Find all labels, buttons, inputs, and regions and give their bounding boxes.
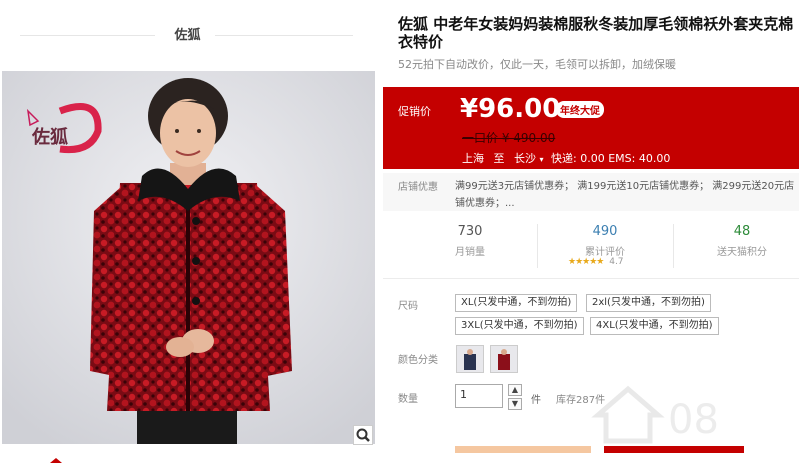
shop-name[interactable]: 佐狐 [160, 24, 215, 43]
size-option[interactable]: 2xl(只发中通，不到勿拍) [586, 294, 711, 312]
reviews-label[interactable]: 累计评价 [555, 243, 655, 258]
quantity-unit: 件 [531, 395, 541, 406]
coupon-label: 店铺优惠 [398, 182, 438, 193]
watermark: 08 [590, 375, 795, 450]
magnifier-icon [356, 428, 370, 442]
coupon-text[interactable]: 满99元送3元店铺优惠券； 满199元送10元店铺优惠券； 满299元送20元店… [455, 178, 797, 212]
product-subtitle: 52元拍下自动改价，仅此一天，毛领可以拆卸，加绒保暖 [398, 58, 676, 71]
chevron-down-icon: ▾ [539, 155, 544, 164]
house-watermark-icon: 08 [591, 385, 719, 444]
size-option[interactable]: XL(只发中通，不到勿拍) [455, 294, 578, 312]
divider [215, 35, 353, 36]
buy-now-button[interactable] [455, 446, 591, 453]
product-photo[interactable]: 佐狐 [2, 71, 375, 444]
quantity-label: 数量 [398, 394, 418, 405]
color-label: 颜色分类 [398, 355, 438, 366]
monthly-sales-value: 730 [457, 224, 483, 239]
points-label: 送天猫积分 [717, 247, 767, 258]
quantity-input[interactable]: 1 [455, 384, 503, 408]
divider [673, 224, 674, 268]
fox-logo-icon: 佐狐 [26, 103, 102, 154]
color-swatch[interactable] [456, 345, 484, 373]
shipping-line: 上海 至 长沙 ▾ 快递: 0.00 EMS: 40.00 [462, 150, 670, 166]
chevron-up-icon: ▲ [511, 385, 519, 394]
quantity-decrease-button[interactable]: ▼ [508, 398, 522, 410]
shipping-cost: 快递: 0.00 EMS: 40.00 [551, 152, 671, 165]
promo-price: ¥96.00 [460, 94, 561, 124]
divider [383, 278, 799, 279]
watermark-text: 08 [668, 397, 719, 443]
original-price: 一口价 ¥ 490.00 [462, 131, 556, 145]
size-label: 尺码 [398, 301, 418, 312]
divider [537, 224, 538, 268]
promo-price-label: 促销价 [398, 105, 431, 118]
reviews-value[interactable]: 490 [555, 224, 655, 239]
zoom-button[interactable] [353, 425, 373, 445]
star-rating-icon: ★★★★★ [568, 257, 604, 267]
rating-value: 4.7 [609, 257, 624, 267]
size-option[interactable]: 4XL(只发中通，不到勿拍) [590, 317, 719, 335]
ship-destination-select[interactable]: 长沙 ▾ [514, 152, 544, 165]
monthly-sales-label: 月销量 [455, 247, 485, 258]
divider [20, 35, 155, 36]
rating-row: ★★★★★ 4.7 [568, 257, 624, 267]
quantity-increase-button[interactable]: ▲ [508, 384, 522, 396]
chevron-down-icon: ▼ [511, 399, 519, 408]
svg-text:佐狐: 佐狐 [31, 126, 68, 147]
color-swatch[interactable] [490, 345, 518, 373]
ship-from: 上海 [462, 152, 484, 165]
promo-badge[interactable]: 年终大促 [556, 101, 604, 118]
ship-destination: 长沙 [514, 152, 536, 165]
brand-logo: 佐狐 [20, 91, 110, 161]
thumbnail-indicator [50, 448, 62, 463]
product-title: 佐狐 中老年女装妈妈装棉服秋冬装加厚毛领棉袄外套夹克棉衣特价 [398, 15, 794, 51]
points-value: 48 [733, 224, 751, 239]
size-option[interactable]: 3XL(只发中通，不到勿拍) [455, 317, 584, 335]
ship-to-word: 至 [493, 152, 505, 165]
